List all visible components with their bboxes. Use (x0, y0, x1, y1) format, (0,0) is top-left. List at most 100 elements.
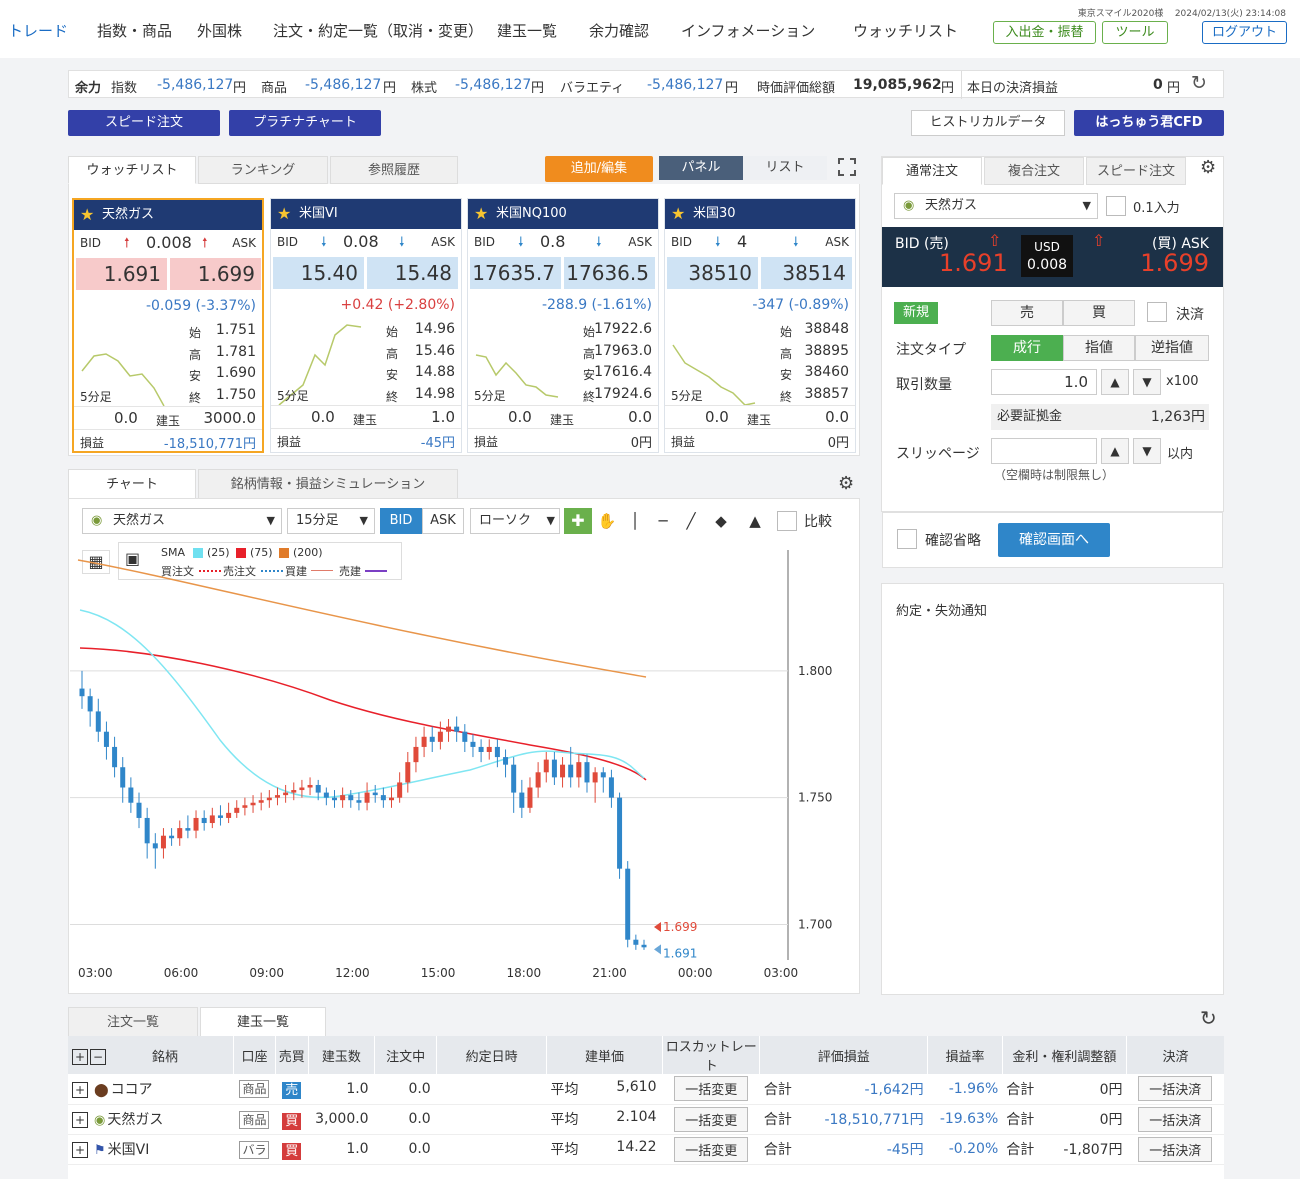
nav-orders[interactable]: 注文・約定一覧（取消・変更） (273, 20, 483, 41)
star-icon[interactable]: ★ (474, 206, 490, 222)
quantity-down-icon[interactable]: ▼ (1133, 369, 1161, 395)
confirm-screen-button[interactable]: 確認画面へ (998, 523, 1110, 557)
tab-ranking[interactable]: ランキング (198, 156, 328, 184)
platinum-chart-button[interactable]: プラチナチャート (229, 110, 381, 136)
deposit-transfer-button[interactable]: 入出金・振替 (993, 21, 1096, 44)
nav-trade[interactable]: トレード (8, 20, 68, 41)
bulk-settle-button[interactable]: 一括決済 (1138, 1076, 1213, 1102)
tab-position-list[interactable]: 建玉一覧 (200, 1007, 326, 1037)
watch-card[interactable]: ★ 米国NQ100 BID 🠗 0.8 🠗 ASK 17635.7 17636.… (467, 198, 659, 453)
slippage-down-icon[interactable]: ▼ (1133, 438, 1161, 464)
hacchukun-cfd-button[interactable]: はっちゅう君CFD (1074, 110, 1224, 136)
card-symbol-name: 米国NQ100 (496, 206, 567, 221)
col-header: 建単価 (546, 1036, 663, 1074)
expand-all-icon[interactable]: + (72, 1048, 88, 1065)
star-icon[interactable]: ★ (277, 206, 293, 222)
expand-icon[interactable] (838, 158, 856, 176)
stop-order-button[interactable]: 逆指値 (1135, 335, 1209, 361)
nav-margin-check[interactable]: 余力確認 (589, 20, 649, 41)
tab-chart[interactable]: チャート (68, 469, 196, 499)
crosshair-icon[interactable]: ✚ (564, 508, 592, 534)
erase-all-icon[interactable]: ▲ (740, 508, 770, 534)
watch-card[interactable]: ★ 天然ガス BID 🠕 0.008 🠕 ASK 1.691 1.699 -0.… (72, 198, 264, 453)
bulk-change-button[interactable]: 一括変更 (674, 1106, 749, 1132)
input-01-label: 0.1入力 (1133, 201, 1180, 216)
collapse-all-icon[interactable]: − (90, 1048, 106, 1065)
card-ask-price[interactable]: 1.699 (170, 258, 261, 290)
order-bid-price[interactable]: 1.691 (939, 249, 1008, 277)
skip-confirm-checkbox[interactable] (897, 529, 917, 553)
card-ask-price[interactable]: 15.48 (367, 257, 458, 289)
chart-settings-gear-icon[interactable]: ⚙ (838, 473, 854, 494)
add-edit-button[interactable]: 追加/編集 (545, 156, 653, 182)
tab-history[interactable]: 参照履歴 (330, 156, 458, 184)
chart-type-select[interactable]: ローソク ▼ (470, 508, 560, 534)
quantity-input[interactable]: 1.0 (991, 369, 1097, 395)
star-icon[interactable]: ★ (80, 207, 96, 223)
eraser-icon[interactable]: ◆ (706, 508, 736, 534)
vertical-line-icon[interactable]: │ (622, 508, 648, 534)
refresh-icon[interactable]: ↻ (1191, 72, 1207, 94)
horizontal-line-icon[interactable]: ─ (650, 508, 676, 534)
chart-ask-toggle[interactable]: ASK (422, 508, 464, 534)
order-symbol-select[interactable]: ◉ 天然ガス ▼ (894, 193, 1098, 219)
market-order-button[interactable]: 成行 (991, 335, 1063, 361)
tools-button[interactable]: ツール (1102, 21, 1168, 44)
card-bid-price[interactable]: 1.691 (76, 258, 167, 290)
panel-view-button[interactable]: パネル (659, 156, 743, 180)
nav-information[interactable]: インフォメーション (681, 20, 815, 41)
tab-complex-order[interactable]: 複合注文 (984, 157, 1084, 185)
hand-pan-icon[interactable]: ✋ (594, 508, 620, 534)
star-icon[interactable]: ★ (671, 206, 687, 222)
speed-order-button[interactable]: スピード注文 (68, 110, 220, 136)
chart-bid-toggle[interactable]: BID (380, 508, 422, 534)
bulk-settle-button[interactable]: 一括決済 (1138, 1106, 1213, 1132)
bulk-change-button[interactable]: 一括変更 (674, 1136, 749, 1162)
watch-card[interactable]: ★ 米国VI BID 🠗 0.08 🠗 ASK 15.40 15.48 +0.4… (270, 198, 462, 453)
order-ask-price[interactable]: 1.699 (1140, 249, 1209, 277)
limit-order-button[interactable]: 指値 (1063, 335, 1135, 361)
watch-card[interactable]: ★ 米国30 BID 🠗 4 🠗 ASK 38510 38514 -347 (-… (664, 198, 856, 453)
order-settings-gear-icon[interactable]: ⚙ (1200, 157, 1216, 178)
card-bid-price[interactable]: 17635.7 (470, 257, 561, 289)
bulk-settle-button[interactable]: 一括決済 (1138, 1136, 1213, 1162)
chart-symbol-select[interactable]: ◉ 天然ガス ▼ (82, 508, 282, 534)
sma200-line (77, 559, 647, 678)
card-bid-price[interactable]: 38510 (667, 257, 758, 289)
bulk-change-button[interactable]: 一括変更 (674, 1076, 749, 1102)
candle (503, 757, 509, 765)
card-ask-price[interactable]: 17636.5 (564, 257, 655, 289)
list-view-button[interactable]: リスト (743, 156, 827, 180)
nav-positions[interactable]: 建玉一覧 (497, 20, 557, 41)
slippage-input[interactable] (991, 438, 1097, 464)
logout-button[interactable]: ログアウト (1202, 21, 1287, 44)
y-tick-label: 1.700 (798, 917, 832, 931)
compare-checkbox[interactable] (777, 511, 797, 535)
historical-data-button[interactable]: ヒストリカルデータ (911, 110, 1065, 136)
quantity-up-icon[interactable]: ▲ (1101, 369, 1129, 395)
buy-button[interactable]: 買 (1063, 300, 1135, 326)
card-ask-price[interactable]: 38514 (761, 257, 852, 289)
positions-refresh-icon[interactable]: ↻ (1200, 1006, 1217, 1030)
trend-line-icon[interactable]: ╱ (678, 508, 704, 534)
nav-index-commodity[interactable]: 指数・商品 (97, 20, 172, 41)
interval-select[interactable]: 15分足 ▼ (287, 508, 375, 534)
input-01-checkbox[interactable] (1106, 196, 1126, 220)
nav-watchlist[interactable]: ウォッチリスト (853, 20, 958, 41)
sell-button[interactable]: 売 (991, 300, 1063, 326)
expand-row-icon[interactable]: + (72, 1142, 88, 1158)
card-bid-price[interactable]: 15.40 (273, 257, 364, 289)
tab-speed-order[interactable]: スピード注文 (1086, 157, 1186, 185)
expand-row-icon[interactable]: + (72, 1081, 88, 1098)
nav-foreign-stock[interactable]: 外国株 (197, 20, 242, 41)
tab-normal-order[interactable]: 通常注文 (882, 157, 982, 185)
settle-checkbox[interactable] (1147, 302, 1167, 326)
tab-watchlist[interactable]: ウォッチリスト (68, 156, 196, 184)
settle-label: 決済 (1176, 307, 1204, 323)
tab-order-list[interactable]: 注文一覧 (68, 1007, 198, 1037)
tab-symbol-info[interactable]: 銘柄情報・損益シミュレーション (198, 469, 458, 499)
slippage-up-icon[interactable]: ▲ (1101, 438, 1129, 464)
expand-row-icon[interactable]: + (72, 1112, 88, 1128)
price-chart[interactable]: 1.800 1.750 1.700 03:00 06:00 09:00 12:00 15:00… (70, 540, 858, 992)
candle (380, 795, 386, 801)
